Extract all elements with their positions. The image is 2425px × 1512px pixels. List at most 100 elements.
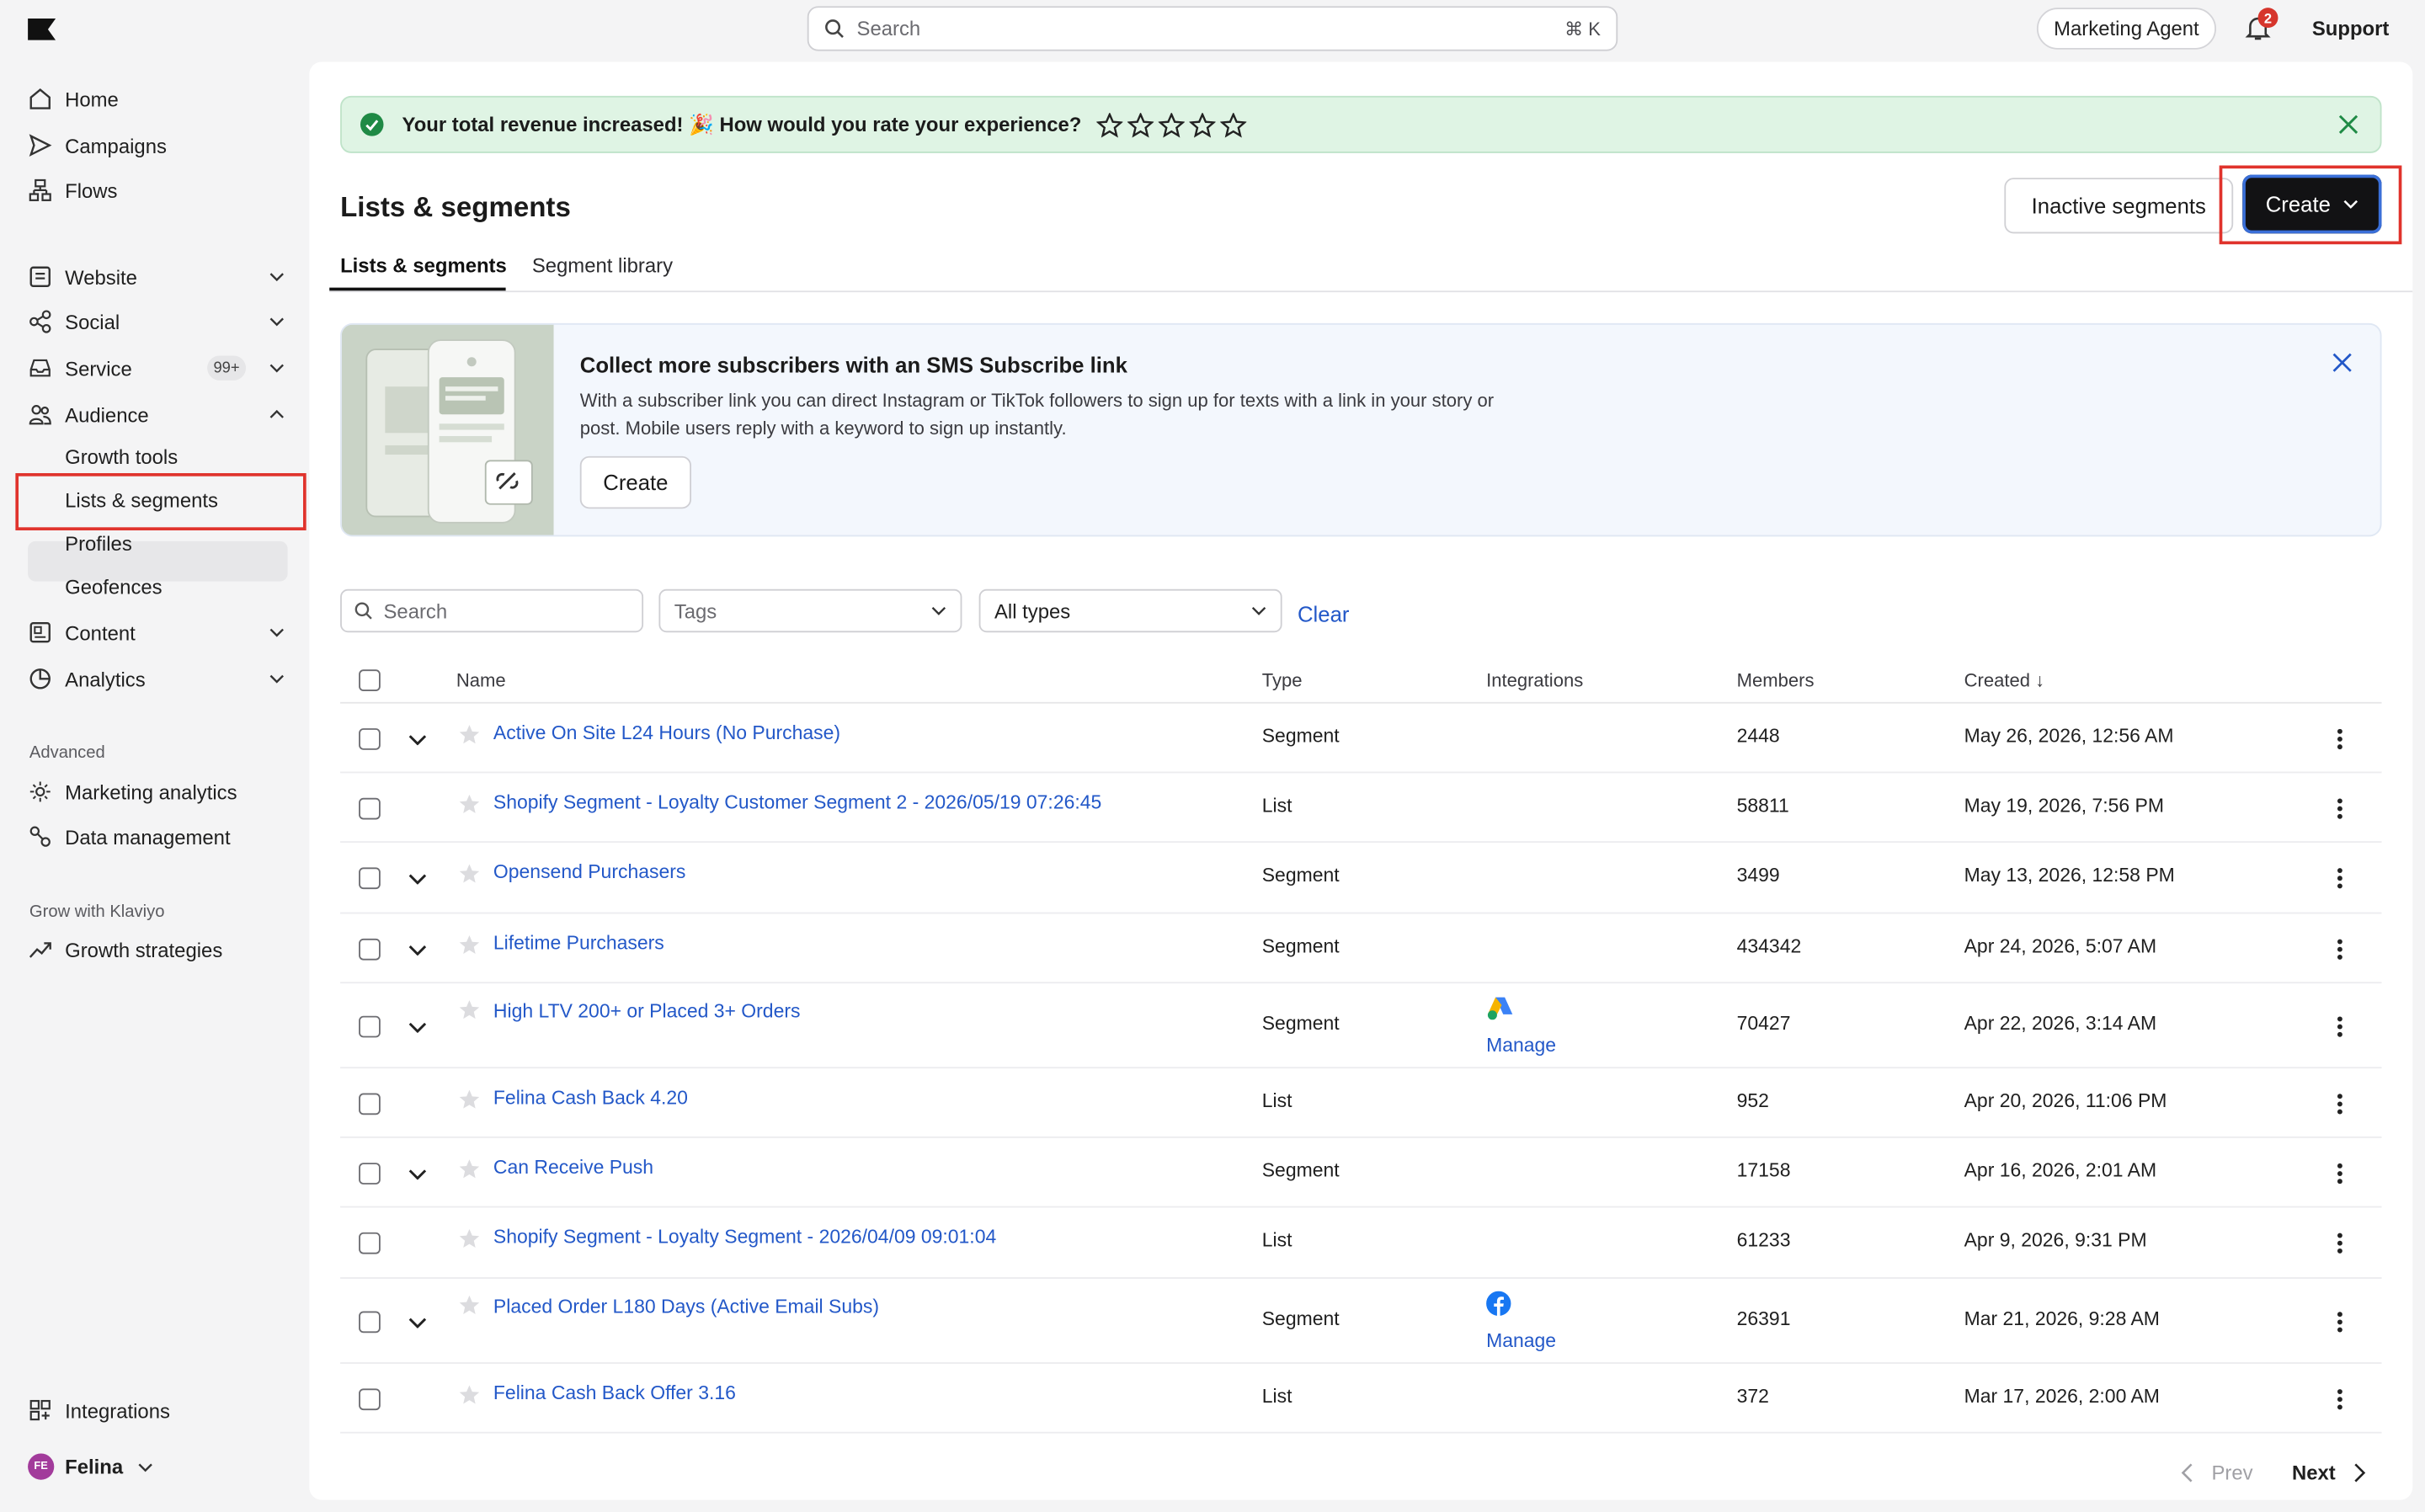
rating-star-icon[interactable]: [1189, 112, 1217, 137]
table-row[interactable]: Opensend Purchasers Segment 3499 May 13, 20…: [340, 843, 2382, 914]
create-dropdown-button[interactable]: Create: [2242, 174, 2382, 234]
tab-segment-library[interactable]: Segment library: [532, 253, 673, 277]
tags-select[interactable]: Tags: [658, 588, 962, 633]
favorite-star-icon[interactable]: [458, 792, 482, 814]
sidebar-item-service[interactable]: Service 99+: [28, 351, 290, 385]
close-icon[interactable]: [2332, 353, 2353, 381]
table-row[interactable]: Felina Cash Back 4.20 List 952 Apr 20, 2026…: [340, 1068, 2382, 1138]
favorite-star-icon[interactable]: [458, 1227, 482, 1249]
table-row[interactable]: Active On Site L24 Hours (No Purchase) Se…: [340, 704, 2382, 774]
expand-chevron-icon[interactable]: [408, 1317, 427, 1328]
row-checkbox[interactable]: [359, 796, 381, 819]
expand-chevron-icon[interactable]: [408, 874, 427, 885]
global-search-input[interactable]: Search ⌘ K: [807, 6, 1618, 51]
more-options-icon[interactable]: [2337, 1093, 2342, 1115]
promo-create-button[interactable]: Create: [579, 455, 692, 509]
clear-filters-link[interactable]: Clear: [1298, 601, 1349, 626]
row-checkbox[interactable]: [359, 1092, 381, 1115]
table-row[interactable]: Can Receive Push Segment 17158 Apr 16, 2026…: [340, 1138, 2382, 1208]
rating-star-icon[interactable]: [1127, 112, 1154, 137]
sidebar-item-campaigns[interactable]: Campaigns: [28, 128, 290, 162]
sidebar-item-data-management[interactable]: Data management: [28, 819, 290, 853]
favorite-star-icon[interactable]: [458, 999, 482, 1021]
more-options-icon[interactable]: [2337, 1162, 2342, 1184]
more-options-icon[interactable]: [2337, 727, 2342, 749]
table-row[interactable]: Shopify Segment - Loyalty Segment - 2026…: [340, 1207, 2382, 1279]
table-row[interactable]: Shopify Segment - Loyalty Customer Segme…: [340, 773, 2382, 844]
manage-integration-link[interactable]: Manage: [1486, 1035, 1556, 1057]
favorite-star-icon[interactable]: [458, 1294, 482, 1316]
more-options-icon[interactable]: [2337, 1387, 2342, 1409]
sidebar-subitem-geofences[interactable]: Geofences: [65, 571, 162, 602]
more-options-icon[interactable]: [2337, 1232, 2342, 1254]
list-name-link[interactable]: Shopify Segment - Loyalty Segment - 2026…: [493, 1227, 996, 1248]
sidebar-item-marketing-analytics[interactable]: Marketing analytics: [28, 775, 290, 808]
sidebar-item-integrations[interactable]: Integrations: [28, 1393, 290, 1427]
select-all-checkbox[interactable]: [359, 669, 381, 692]
list-name-link[interactable]: Placed Order L180 Days (Active Email Sub…: [493, 1296, 879, 1318]
list-name-link[interactable]: Active On Site L24 Hours (No Purchase): [493, 721, 840, 743]
more-options-icon[interactable]: [2337, 867, 2342, 889]
row-checkbox[interactable]: [359, 1387, 381, 1410]
marketing-agent-button[interactable]: Marketing Agent: [2036, 8, 2216, 50]
table-row[interactable]: High LTV 200+ or Placed 3+ Orders Segment…: [340, 983, 2382, 1069]
tab-lists-segments[interactable]: Lists & segments: [340, 253, 507, 277]
sidebar-item-analytics[interactable]: Analytics: [28, 662, 290, 695]
sidebar-item-home[interactable]: Home: [28, 82, 290, 115]
row-checkbox[interactable]: [359, 1014, 381, 1037]
favorite-star-icon[interactable]: [458, 1383, 482, 1405]
header-type[interactable]: Type: [1262, 669, 1303, 691]
expand-chevron-icon[interactable]: [408, 944, 427, 956]
list-name-link[interactable]: Lifetime Purchasers: [493, 932, 664, 954]
expand-chevron-icon[interactable]: [408, 1169, 427, 1179]
user-menu[interactable]: FE Felina: [28, 1453, 152, 1480]
row-checkbox[interactable]: [359, 727, 381, 749]
table-row[interactable]: Felina Cash Back Offer 3.16 List 372 Mar 17…: [340, 1364, 2382, 1434]
manage-integration-link[interactable]: Manage: [1486, 1330, 1556, 1352]
favorite-star-icon[interactable]: [458, 933, 482, 955]
list-name-link[interactable]: High LTV 200+ or Placed 3+ Orders: [493, 1000, 801, 1022]
rating-star-icon[interactable]: [1220, 112, 1247, 137]
sidebar-item-growth-strategies[interactable]: Growth strategies: [28, 933, 290, 966]
favorite-star-icon[interactable]: [458, 1088, 482, 1110]
more-options-icon[interactable]: [2337, 1311, 2342, 1333]
sidebar-subitem-growth-tools[interactable]: Growth tools: [65, 440, 178, 471]
klaviyo-logo-icon[interactable]: [28, 19, 56, 40]
row-checkbox[interactable]: [359, 1232, 381, 1254]
row-checkbox[interactable]: [359, 1310, 381, 1333]
list-name-link[interactable]: Shopify Segment - Loyalty Customer Segme…: [493, 791, 1101, 812]
header-created[interactable]: Created ↓: [1964, 669, 2045, 691]
list-name-link[interactable]: Can Receive Push: [493, 1156, 653, 1178]
table-row[interactable]: Lifetime Purchasers Segment 434342 Apr 24, …: [340, 913, 2382, 984]
row-checkbox[interactable]: [359, 1162, 381, 1184]
sidebar-item-content[interactable]: Content: [28, 615, 290, 649]
favorite-star-icon[interactable]: [458, 1158, 482, 1179]
favorite-star-icon[interactable]: [458, 723, 482, 745]
sidebar-item-audience[interactable]: Audience: [28, 397, 290, 431]
favorite-star-icon[interactable]: [458, 863, 482, 885]
sidebar-item-website[interactable]: Website: [28, 260, 290, 294]
prev-page-button[interactable]: Prev: [2181, 1461, 2253, 1484]
more-options-icon[interactable]: [2337, 1015, 2342, 1037]
types-select[interactable]: All types: [978, 588, 1282, 633]
next-page-button[interactable]: Next: [2292, 1461, 2367, 1484]
sidebar-item-flows[interactable]: Flows: [28, 173, 290, 207]
list-name-link[interactable]: Felina Cash Back 4.20: [493, 1086, 688, 1108]
rating-star-icon[interactable]: [1096, 112, 1123, 137]
more-options-icon[interactable]: [2337, 938, 2342, 960]
inactive-segments-button[interactable]: Inactive segments: [2004, 178, 2234, 234]
list-name-link[interactable]: Opensend Purchasers: [493, 861, 685, 883]
expand-chevron-icon[interactable]: [408, 734, 427, 745]
header-members[interactable]: Members: [1737, 669, 1815, 691]
sidebar-subitem-profiles[interactable]: Profiles: [65, 527, 132, 558]
header-name[interactable]: Name: [456, 669, 506, 691]
close-icon[interactable]: [2338, 114, 2358, 139]
row-checkbox[interactable]: [359, 937, 381, 960]
more-options-icon[interactable]: [2337, 797, 2342, 819]
rating-star-icon[interactable]: [1159, 112, 1186, 137]
expand-chevron-icon[interactable]: [408, 1021, 427, 1032]
table-row[interactable]: Placed Order L180 Days (Active Email Sub…: [340, 1279, 2382, 1364]
support-link[interactable]: Support: [2312, 17, 2390, 40]
row-checkbox[interactable]: [359, 867, 381, 890]
list-name-link[interactable]: Felina Cash Back Offer 3.16: [493, 1382, 736, 1403]
